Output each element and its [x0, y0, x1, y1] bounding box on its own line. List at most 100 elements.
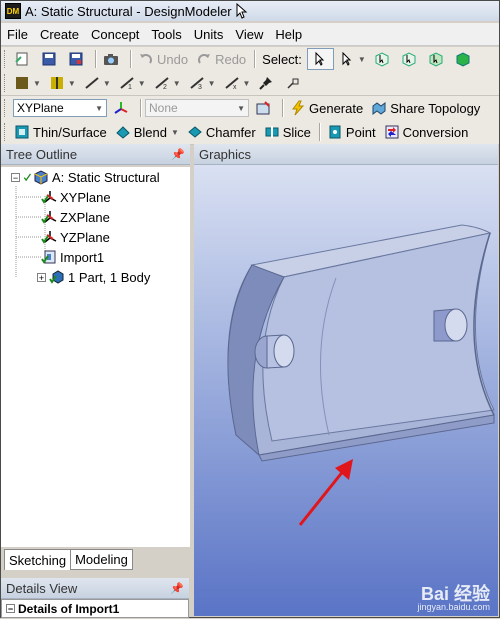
blend-label: Blend [133, 124, 167, 140]
line-tool-icon: x [224, 77, 239, 91]
line-tool-dropdown-4[interactable]: 3 ▼ [186, 73, 219, 93]
tab-modeling[interactable]: Modeling [70, 549, 133, 570]
face-filter-icon [429, 52, 443, 67]
screenshot-button[interactable] [100, 49, 125, 69]
edge-display-dropdown[interactable]: ▼ [46, 73, 79, 93]
tree-item-parts[interactable]: + 1 Part, 1 Body [37, 268, 150, 286]
details-row[interactable]: − Details of Import1 [1, 599, 189, 618]
new-button[interactable] [11, 49, 36, 69]
select-body-filter-button[interactable] [452, 49, 477, 69]
line-tool-icon: 1 [120, 77, 134, 91]
tree-item-label: 1 Part, 1 Body [68, 269, 151, 285]
tree-item-zxplane[interactable]: ZXPlane [41, 208, 110, 226]
line-tool-dropdown-3[interactable]: 2 ▼ [151, 73, 184, 93]
check-axis-icon [41, 231, 57, 244]
line-tool-dropdown-2[interactable]: 1 ▼ [116, 73, 149, 93]
plane-select[interactable]: XYPlane ▼ [13, 99, 107, 117]
point-icon [329, 125, 341, 139]
tree-item-import1[interactable]: Import1 [41, 248, 104, 266]
plane-select-value: XYPlane [17, 101, 64, 115]
tree-root-label: A: Static Structural [52, 169, 160, 185]
pin-icon[interactable]: 📌 [171, 148, 185, 161]
chevron-down-icon: ▼ [170, 127, 179, 137]
window-title: A: Static Structural - DesignModeler [25, 3, 232, 19]
chamfer-icon [188, 126, 202, 138]
pin-tool-button[interactable] [255, 73, 280, 93]
chamfer-button[interactable]: Chamfer [184, 122, 259, 142]
new-document-icon [15, 52, 28, 66]
details-row-label: Details of Import1 [18, 601, 120, 616]
curved-plate-model [227, 224, 495, 526]
menu-view[interactable]: View [229, 27, 269, 42]
save-icon [42, 52, 56, 66]
select-point-filter-button[interactable] [371, 49, 396, 69]
tree-item-yzplane[interactable]: YZPlane [41, 228, 110, 246]
point-tool-button[interactable] [282, 73, 307, 93]
new-sketch-button[interactable] [252, 98, 277, 118]
pin-icon[interactable]: 📌 [170, 582, 184, 595]
menu-bar: File Create Concept Tools Units View Hel… [1, 23, 499, 46]
select-filter-dropdown[interactable]: ▼ [336, 49, 369, 69]
redo-button[interactable]: Redo [193, 49, 249, 69]
line-tool-dropdown-1[interactable]: ▼ [81, 73, 114, 93]
conversion-button[interactable]: Conversion [381, 122, 472, 142]
toolbar-grip[interactable] [4, 99, 8, 117]
graphics-panel-header-wrap: Graphics [194, 144, 498, 165]
undo-button[interactable]: Undo [135, 49, 191, 69]
graphics-viewport[interactable]: Bai 经验 jingyan.baidu.com [194, 165, 498, 616]
blend-dropdown[interactable]: Blend ▼ [112, 122, 182, 142]
tree-item-xyplane[interactable]: XYPlane [41, 188, 111, 206]
share-topology-button[interactable]: Share Topology [368, 98, 483, 118]
tree-item-label: ZXPlane [60, 209, 110, 225]
collapse-icon[interactable]: − [11, 172, 20, 182]
slice-button[interactable]: Slice [261, 122, 314, 142]
toolbar-separator [95, 50, 97, 68]
graphics-header: Graphics [194, 144, 498, 165]
tree-outline-panel: Tree Outline 📌 [1, 144, 190, 165]
menu-file[interactable]: File [1, 27, 34, 42]
line-tool-dropdown-5[interactable]: x ▼ [221, 73, 254, 93]
baidu-watermark: Bai 经验 jingyan.baidu.com [417, 585, 490, 612]
standard-toolbar: Undo Redo Select: ▼ [1, 47, 499, 72]
svg-text:x: x [233, 84, 237, 91]
face-display-dropdown[interactable]: ▼ [11, 73, 44, 93]
toolbar-grip[interactable] [4, 123, 8, 141]
generate-button[interactable]: Generate [287, 98, 366, 118]
lightning-bolt-icon [292, 100, 305, 116]
toolbar-separator [318, 123, 321, 141]
menu-help[interactable]: Help [269, 27, 308, 42]
model-cube-icon [34, 170, 48, 185]
menu-tools[interactable]: Tools [145, 27, 187, 42]
check-axis-icon [41, 211, 57, 224]
generate-label: Generate [309, 100, 364, 116]
toolbar-grip[interactable] [4, 74, 8, 92]
menu-concept[interactable]: Concept [85, 27, 145, 42]
display-toolbar: ▼ ▼ ▼ 1 ▼ 2 ▼ 3 ▼ x ▼ [1, 71, 499, 96]
menu-units[interactable]: Units [188, 27, 230, 42]
collapse-icon[interactable]: − [6, 604, 15, 614]
toolbar-grip[interactable] [4, 50, 8, 68]
select-face-filter-button[interactable] [425, 49, 450, 69]
sketch-select[interactable]: None ▼ [145, 99, 249, 117]
select-filter-icon [342, 51, 352, 66]
save-as-button[interactable] [65, 49, 90, 69]
face-display-icon [16, 77, 28, 89]
select-edge-filter-button[interactable] [398, 49, 423, 69]
thin-surface-button[interactable]: Thin/Surface [11, 122, 110, 142]
menu-create[interactable]: Create [34, 27, 85, 42]
new-plane-button[interactable] [110, 98, 135, 118]
save-as-icon [69, 52, 83, 66]
tree-item-root[interactable]: − A: Static Structural [11, 168, 160, 186]
select-mode-button[interactable] [306, 48, 334, 70]
tab-sketching[interactable]: Sketching [4, 549, 72, 570]
blend-icon [115, 126, 130, 139]
point-button[interactable]: Point [324, 122, 379, 142]
chevron-down-icon: ▼ [172, 78, 181, 88]
chevron-down-icon: ▼ [237, 103, 245, 113]
expand-icon[interactable]: + [37, 272, 46, 282]
line-tool-icon [85, 77, 99, 89]
details-view-header: Details View 📌 [1, 578, 189, 599]
slice-label: Slice [282, 124, 311, 140]
save-button[interactable] [38, 49, 63, 69]
select-label: Select: [262, 51, 302, 67]
